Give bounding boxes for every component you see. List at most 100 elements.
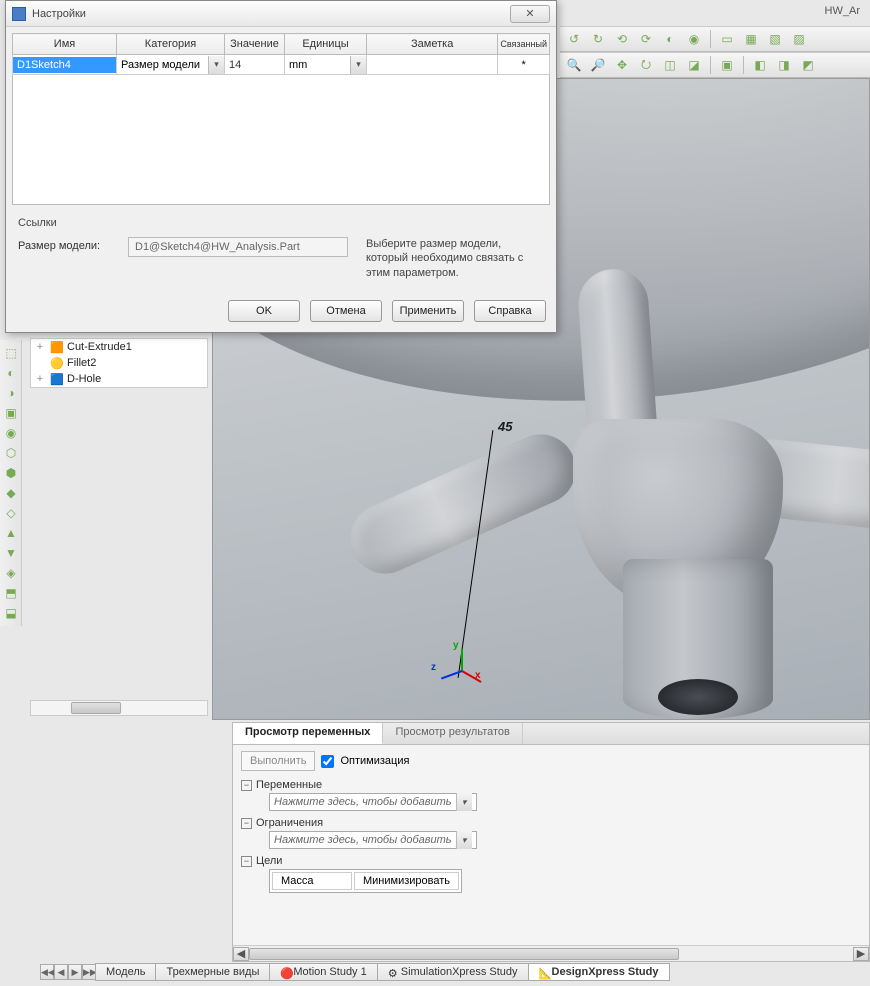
horizontal-scrollbar[interactable]: ◀ ▶ bbox=[233, 945, 869, 961]
tree-scrollbar[interactable] bbox=[30, 700, 208, 716]
tool-icon[interactable]: ◐ bbox=[660, 29, 680, 49]
tool-icon[interactable]: ▨ bbox=[789, 29, 809, 49]
model-size-hint: Выберите размер модели, который необходи… bbox=[358, 237, 544, 280]
tool-icon[interactable]: ◨ bbox=[774, 55, 794, 75]
cell-linked[interactable]: * bbox=[498, 55, 550, 75]
tool-icon[interactable]: ◐ bbox=[2, 364, 20, 382]
cell-value[interactable]: 14 bbox=[225, 57, 284, 73]
cell-note[interactable] bbox=[367, 63, 497, 67]
col-note[interactable]: Заметка bbox=[367, 34, 498, 55]
collapse-icon[interactable]: − bbox=[241, 818, 252, 829]
tool-icon[interactable]: ⬚ bbox=[2, 344, 20, 362]
dropdown-icon[interactable] bbox=[456, 831, 472, 849]
tab-results-view[interactable]: Просмотр результатов bbox=[383, 723, 522, 744]
zoom-icon[interactable]: 🔎 bbox=[588, 55, 608, 75]
collapse-icon[interactable]: − bbox=[241, 780, 252, 791]
tab-nav-last[interactable]: ▶▶ bbox=[82, 964, 96, 980]
tab-motion-study[interactable]: 🔴Motion Study 1 bbox=[269, 963, 377, 981]
cell-category[interactable]: Размер модели bbox=[117, 56, 224, 74]
scrollbar-thumb[interactable] bbox=[249, 948, 679, 960]
pan-icon[interactable]: ✥ bbox=[612, 55, 632, 75]
tab-model[interactable]: Модель bbox=[95, 963, 156, 981]
tool-icon[interactable]: ▭ bbox=[717, 29, 737, 49]
tool-icon[interactable]: ⟳ bbox=[636, 29, 656, 49]
tab-variables-view[interactable]: Просмотр переменных bbox=[233, 723, 383, 744]
add-variable-field[interactable]: Нажмите здесь, чтобы добавить bbox=[269, 793, 477, 811]
apply-button[interactable]: Применить bbox=[392, 300, 464, 322]
dialog-titlebar[interactable]: Настройки ✕ bbox=[6, 1, 556, 27]
expand-icon[interactable]: + bbox=[33, 373, 47, 385]
tool-icon[interactable]: ◉ bbox=[2, 424, 20, 442]
tool-icon[interactable]: ↺ bbox=[564, 29, 584, 49]
table-row[interactable]: Масса Минимизировать bbox=[272, 872, 459, 890]
tool-icon[interactable]: ⬢ bbox=[2, 464, 20, 482]
col-units[interactable]: Единицы bbox=[285, 34, 367, 55]
table-empty-area[interactable] bbox=[12, 75, 550, 205]
collapse-icon[interactable]: − bbox=[241, 856, 252, 867]
tab-nav-prev[interactable]: ◀ bbox=[54, 964, 68, 980]
optimize-checkbox[interactable] bbox=[321, 755, 334, 768]
tool-icon[interactable]: ▲ bbox=[2, 524, 20, 542]
col-linked[interactable]: Связанный bbox=[498, 34, 550, 55]
command-bar-1: ↺ ↻ ⟲ ⟳ ◐ ◉ ▭ ▦ ▧ ▨ bbox=[560, 26, 870, 52]
close-button[interactable]: ✕ bbox=[510, 5, 550, 23]
col-name[interactable]: Имя bbox=[13, 34, 117, 55]
table-row[interactable]: D1Sketch4 Размер модели 14 mm * bbox=[13, 55, 550, 75]
zoom-fit-icon[interactable]: 🔍 bbox=[564, 55, 584, 75]
model-geometry bbox=[473, 329, 813, 609]
display-mode-icon[interactable]: ▣ bbox=[717, 55, 737, 75]
tool-icon[interactable]: ◩ bbox=[798, 55, 818, 75]
tool-icon[interactable]: ⬡ bbox=[2, 444, 20, 462]
sim-icon: ⚙ bbox=[388, 967, 398, 977]
tool-icon[interactable]: ⟲ bbox=[612, 29, 632, 49]
expand-icon[interactable]: + bbox=[33, 341, 47, 353]
tool-icon[interactable]: ◉ bbox=[684, 29, 704, 49]
tab-nav-next[interactable]: ▶ bbox=[68, 964, 82, 980]
tool-icon[interactable]: ◈ bbox=[2, 564, 20, 582]
col-value[interactable]: Значение bbox=[225, 34, 285, 55]
tab-simulationxpress[interactable]: ⚙SimulationXpress Study bbox=[377, 963, 529, 981]
tool-icon[interactable]: ⬓ bbox=[2, 604, 20, 622]
cut-extrude-icon: 🟧 bbox=[50, 340, 64, 354]
scroll-right-icon[interactable]: ▶ bbox=[853, 947, 869, 961]
add-constraint-field[interactable]: Нажмите здесь, чтобы добавить bbox=[269, 831, 477, 849]
tab-3d-views[interactable]: Трехмерные виды bbox=[155, 963, 270, 981]
tool-icon[interactable]: ◆ bbox=[2, 484, 20, 502]
tool-icon[interactable]: ◑ bbox=[2, 384, 20, 402]
tab-nav-first[interactable]: ◀◀ bbox=[40, 964, 54, 980]
feature-tree[interactable]: + 🟧 Cut-Extrude1 🟡 Fillet2 + 🟦 D-Hole bbox=[30, 338, 208, 388]
scrollbar-thumb[interactable] bbox=[71, 702, 121, 714]
goal-type-cell[interactable]: Минимизировать bbox=[354, 872, 459, 890]
dropdown-icon[interactable] bbox=[208, 56, 224, 74]
scroll-left-icon[interactable]: ◀ bbox=[233, 947, 249, 961]
run-button[interactable]: Выполнить bbox=[241, 751, 315, 771]
dropdown-icon[interactable] bbox=[350, 56, 366, 74]
tool-icon[interactable]: ▧ bbox=[765, 29, 785, 49]
tool-icon[interactable]: ▼ bbox=[2, 544, 20, 562]
tree-item[interactable]: 🟡 Fillet2 bbox=[31, 355, 207, 371]
rotate-icon[interactable]: ⭮ bbox=[636, 55, 656, 75]
view-icon[interactable]: ◫ bbox=[660, 55, 680, 75]
ok-button[interactable]: OK bbox=[228, 300, 300, 322]
cancel-button[interactable]: Отмена bbox=[310, 300, 382, 322]
model-size-input[interactable] bbox=[128, 237, 348, 257]
cell-name[interactable]: D1Sketch4 bbox=[13, 57, 116, 73]
cell-units[interactable]: mm bbox=[285, 56, 366, 74]
tree-item[interactable]: + 🟧 Cut-Extrude1 bbox=[31, 339, 207, 355]
tree-item[interactable]: + 🟦 D-Hole bbox=[31, 371, 207, 387]
design-icon: 📐 bbox=[539, 967, 549, 977]
tool-icon[interactable]: ⬒ bbox=[2, 584, 20, 602]
tool-icon[interactable]: ▦ bbox=[741, 29, 761, 49]
references-title: Ссылки bbox=[18, 217, 544, 229]
tool-icon[interactable]: ▣ bbox=[2, 404, 20, 422]
help-button[interactable]: Справка bbox=[474, 300, 546, 322]
goal-name-cell[interactable]: Масса bbox=[272, 872, 352, 890]
view-icon[interactable]: ◪ bbox=[684, 55, 704, 75]
col-category[interactable]: Категория bbox=[117, 34, 225, 55]
tool-icon[interactable]: ◇ bbox=[2, 504, 20, 522]
dropdown-icon[interactable] bbox=[456, 793, 472, 811]
dimension-label[interactable]: 45 bbox=[498, 419, 512, 434]
tool-icon[interactable]: ↻ bbox=[588, 29, 608, 49]
tool-icon[interactable]: ◧ bbox=[750, 55, 770, 75]
tab-designxpress[interactable]: 📐DesignXpress Study bbox=[528, 963, 670, 981]
